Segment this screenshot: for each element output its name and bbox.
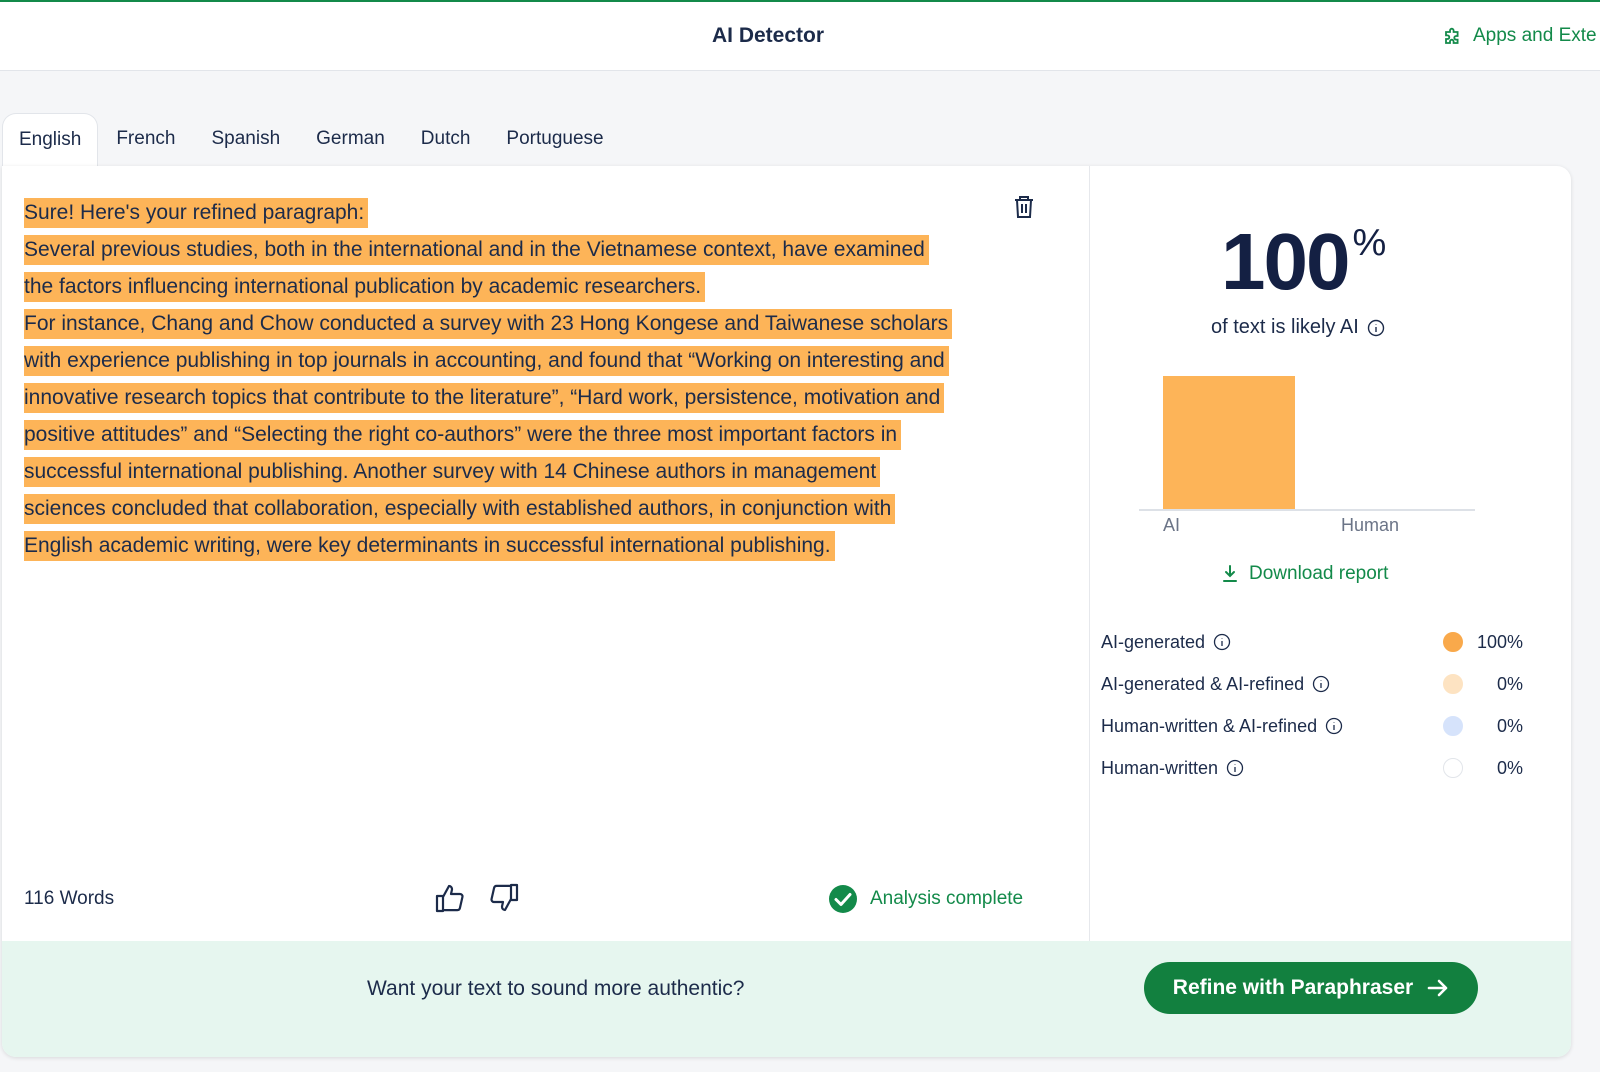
page-title: AI Detector [711, 24, 825, 47]
refine-prompt: Want your text to sound more authentic? [367, 977, 745, 1000]
refine-with-paraphraser-button[interactable]: Refine with Paraphraser [1144, 962, 1478, 1014]
highlighted-text: innovative research topics that contribu… [24, 383, 945, 413]
status-label: Analysis complete [870, 888, 1024, 909]
word-count: 116 Words [24, 888, 115, 909]
ai-score-value: 100 [1221, 217, 1350, 306]
text-line: successful international publishing. Ano… [24, 453, 1034, 490]
ai-score-unit: % [1352, 222, 1386, 264]
thumbs-down-icon[interactable] [488, 882, 520, 914]
refine-banner: Want your text to sound more authentic? … [2, 941, 1571, 1057]
ai-score: 100% [1221, 216, 1386, 308]
detector-card: Sure! Here's your refined paragraph: Sev… [2, 166, 1571, 1057]
download-icon [1223, 565, 1237, 582]
results-panel: 100% of text is likely AI AI Human Downlo… [1091, 166, 1571, 959]
breakdown-dot [1443, 674, 1463, 694]
info-icon[interactable] [1213, 633, 1231, 651]
highlighted-text: For instance, Chang and Chow conducted a… [24, 309, 953, 339]
highlighted-text: Several previous studies, both in the in… [24, 235, 929, 265]
breakdown-value: 0% [1496, 673, 1523, 694]
score-breakdown: AI-generated 100% AI-generated & AI-refi… [1101, 621, 1541, 789]
highlighted-text: English academic writing, were key deter… [24, 531, 835, 561]
top-bar: AI Detector Apps and Exte [0, 0, 1600, 71]
highlighted-text: Sure! Here's your refined paragraph: [24, 198, 369, 228]
chart-tick-label: Human [1341, 515, 1399, 535]
download-report-link[interactable]: Download report [1221, 563, 1388, 585]
breakdown-row: AI-generated 100% [1101, 621, 1541, 663]
tab-dutch[interactable]: Dutch [403, 113, 489, 167]
info-icon[interactable] [1367, 319, 1385, 337]
tab-spanish[interactable]: Spanish [193, 113, 298, 167]
breakdown-label: AI-generated & AI-refined [1101, 673, 1305, 694]
feedback-buttons [434, 882, 520, 914]
breakdown-row: Human-written & AI-refined 0% [1101, 705, 1541, 747]
breakdown-dot [1443, 758, 1463, 778]
tab-french[interactable]: French [98, 113, 193, 167]
refine-button-label: Refine with Paraphraser [1172, 976, 1414, 999]
text-editor[interactable]: Sure! Here's your refined paragraph: Sev… [2, 166, 1090, 959]
tab-german[interactable]: German [298, 113, 403, 167]
score-caption-label: of text is likely AI [1211, 316, 1359, 338]
language-tabs: English French Spanish German Dutch Port… [2, 113, 622, 167]
arrow-right-icon [1427, 979, 1448, 997]
highlighted-text: positive attitudes” and “Selecting the r… [24, 420, 902, 450]
highlighted-text: sciences concluded that collaboration, e… [24, 494, 896, 524]
check-circle-icon [829, 885, 857, 913]
info-icon[interactable] [1226, 759, 1244, 777]
breakdown-label: Human-written [1101, 757, 1219, 778]
chart-bar-ai [1163, 376, 1295, 509]
text-line: Sure! Here's your refined paragraph: [24, 194, 1034, 231]
breakdown-dot [1443, 716, 1463, 736]
apps-and-extensions-link[interactable]: Apps and Exte [1443, 25, 1597, 47]
download-report-label: Download report [1249, 563, 1389, 584]
text-line: English academic writing, were key deter… [24, 527, 1034, 564]
breakdown-row: Human-written 0% [1101, 747, 1541, 789]
breakdown-value: 0% [1496, 715, 1523, 736]
input-text[interactable]: Sure! Here's your refined paragraph: Sev… [24, 194, 1034, 564]
text-line: the factors influencing international pu… [24, 268, 1034, 305]
thumbs-up-icon[interactable] [434, 882, 466, 914]
trash-icon[interactable] [1012, 194, 1036, 220]
puzzle-icon [1445, 27, 1459, 44]
info-icon[interactable] [1325, 717, 1343, 735]
result-bar-chart: AI Human [1139, 376, 1475, 535]
breakdown-dot [1443, 632, 1463, 652]
breakdown-label: AI-generated [1101, 631, 1206, 652]
tab-english[interactable]: English [2, 113, 99, 167]
text-line: positive attitudes” and “Selecting the r… [24, 416, 1034, 453]
text-line: Several previous studies, both in the in… [24, 231, 1034, 268]
breakdown-label: Human-written & AI-refined [1101, 715, 1318, 736]
tab-portuguese[interactable]: Portuguese [488, 113, 621, 167]
highlighted-text: with experience publishing in top journa… [24, 346, 949, 376]
text-line: innovative research topics that contribu… [24, 379, 1034, 416]
breakdown-value: 0% [1496, 757, 1523, 778]
breakdown-row: AI-generated & AI-refined 0% [1101, 663, 1541, 705]
apps-link-label: Apps and Exte [1473, 25, 1597, 46]
score-caption: of text is likely AI [1211, 316, 1385, 339]
breakdown-value: 100% [1476, 631, 1523, 652]
highlighted-text: successful international publishing. Ano… [24, 457, 881, 487]
chart-tick-label: AI [1163, 515, 1180, 535]
highlighted-text: the factors influencing international pu… [24, 272, 706, 302]
info-icon[interactable] [1312, 675, 1330, 693]
text-line: sciences concluded that collaboration, e… [24, 490, 1034, 527]
analysis-status: Analysis complete [828, 884, 1023, 914]
text-line: For instance, Chang and Chow conducted a… [24, 305, 1034, 342]
text-line: with experience publishing in top journa… [24, 342, 1034, 379]
